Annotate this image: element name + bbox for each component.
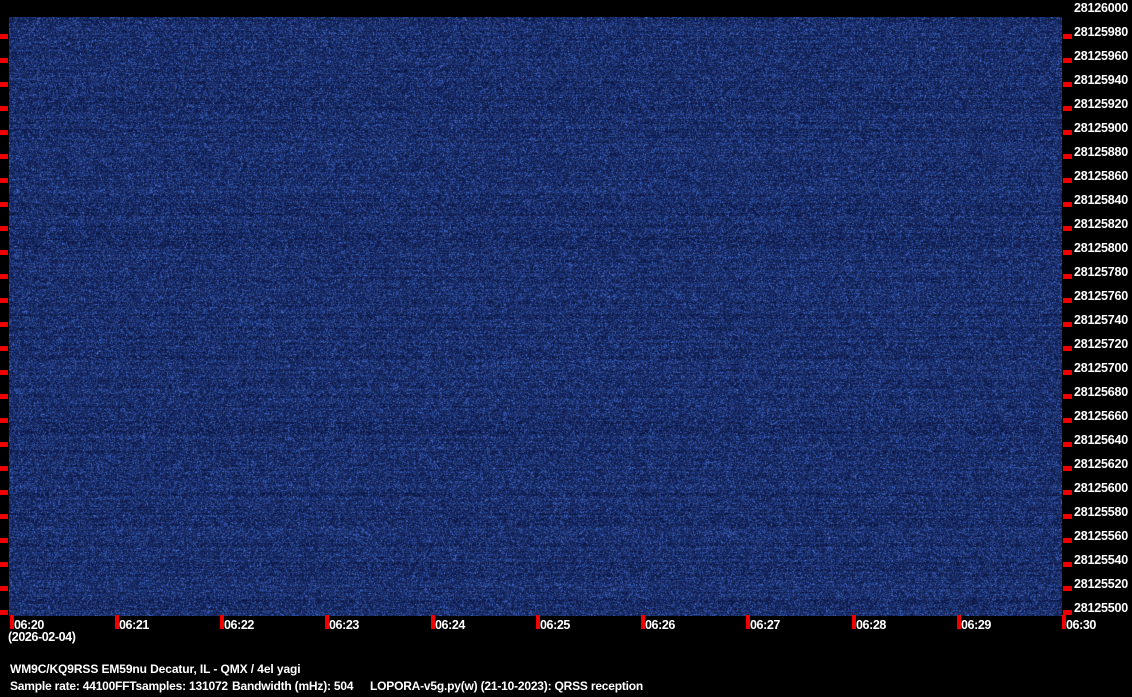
freq-tick-left <box>0 202 8 207</box>
freq-tick-right <box>1063 34 1072 39</box>
time-label: 06:26 <box>645 619 675 632</box>
freq-tick-left <box>0 466 8 471</box>
freq-tick-left <box>0 322 8 327</box>
freq-tick-left <box>0 250 8 255</box>
time-label: 06:25 <box>540 619 570 632</box>
freq-tick-right <box>1063 274 1072 279</box>
freq-tick-right <box>1063 82 1072 87</box>
freq-label: 28125580 <box>1074 505 1132 519</box>
time-label: 06:24 <box>435 619 465 632</box>
freq-label: 28125700 <box>1074 361 1132 375</box>
spectrogram-canvas <box>9 17 1062 616</box>
freq-tick-right <box>1063 58 1072 63</box>
freq-tick-left <box>0 34 8 39</box>
freq-label: 28125600 <box>1074 481 1132 495</box>
time-label: 06:22 <box>224 619 254 632</box>
freq-tick-right <box>1063 226 1072 231</box>
freq-label: 28126000 <box>1074 1 1132 15</box>
freq-label: 28125500 <box>1074 601 1132 615</box>
freq-label: 28125900 <box>1074 121 1132 135</box>
freq-tick-right <box>1063 202 1072 207</box>
software-version-label: LOPORA-v5g.py(w) (21-10-2023): QRSS rece… <box>370 679 643 693</box>
freq-tick-left <box>0 154 8 159</box>
time-label: 06:28 <box>856 619 886 632</box>
freq-label: 28125680 <box>1074 385 1132 399</box>
freq-tick-right <box>1063 298 1072 303</box>
freq-tick-right <box>1063 586 1072 591</box>
freq-label: 28125780 <box>1074 265 1132 279</box>
freq-label: 28125760 <box>1074 289 1132 303</box>
freq-tick-left <box>0 274 8 279</box>
freq-tick-left <box>0 610 8 615</box>
freq-tick-right <box>1063 346 1072 351</box>
freq-tick-right <box>1063 442 1072 447</box>
freq-tick-right <box>1063 154 1072 159</box>
freq-tick-right <box>1063 322 1072 327</box>
bandwidth-label: Bandwidth (mHz): 504 <box>232 679 353 693</box>
freq-label: 28125840 <box>1074 193 1132 207</box>
freq-label: 28125820 <box>1074 217 1132 231</box>
freq-tick-right <box>1063 514 1072 519</box>
freq-tick-left <box>0 226 8 231</box>
freq-label: 28125920 <box>1074 97 1132 111</box>
freq-tick-left <box>0 538 8 543</box>
freq-tick-left <box>0 346 8 351</box>
freq-tick-right <box>1063 562 1072 567</box>
freq-tick-left <box>0 418 8 423</box>
freq-tick-right <box>1063 394 1072 399</box>
freq-tick-left <box>0 130 8 135</box>
time-label: 06:30 <box>1066 619 1096 632</box>
freq-tick-left <box>0 106 8 111</box>
fft-samples-label: FFTsamples: 131072 <box>115 679 228 693</box>
freq-label: 28125520 <box>1074 577 1132 591</box>
qrss-grabber-view: 28126000 28125980 28125960 28125940 28125920… <box>0 0 1132 697</box>
time-label: 06:27 <box>750 619 780 632</box>
freq-tick-left <box>0 490 8 495</box>
freq-tick-right <box>1063 466 1072 471</box>
freq-label: 28125960 <box>1074 49 1132 63</box>
freq-label: 28125640 <box>1074 433 1132 447</box>
time-label: 06:29 <box>961 619 991 632</box>
freq-label: 28125880 <box>1074 145 1132 159</box>
freq-tick-left <box>0 82 8 87</box>
freq-tick-left <box>0 442 8 447</box>
freq-tick-left <box>0 394 8 399</box>
freq-tick-right <box>1063 106 1072 111</box>
freq-label: 28125560 <box>1074 529 1132 543</box>
freq-tick-right <box>1063 250 1072 255</box>
freq-tick-right <box>1063 490 1072 495</box>
freq-label: 28125940 <box>1074 73 1132 87</box>
freq-tick-right <box>1063 538 1072 543</box>
date-label: (2026-02-04) <box>8 630 75 644</box>
freq-label: 28125720 <box>1074 337 1132 351</box>
freq-label: 28125740 <box>1074 313 1132 327</box>
freq-label: 28125620 <box>1074 457 1132 471</box>
freq-tick-left <box>0 562 8 567</box>
freq-tick-right <box>1063 130 1072 135</box>
freq-label: 28125800 <box>1074 241 1132 255</box>
freq-label: 28125660 <box>1074 409 1132 423</box>
freq-tick-left <box>0 178 8 183</box>
freq-tick-left <box>0 514 8 519</box>
station-info: WM9C/KQ9RSS EM59nu Decatur, IL - QMX / 4… <box>10 662 300 676</box>
freq-tick-left <box>0 586 8 591</box>
time-label: 06:23 <box>329 619 359 632</box>
freq-tick-left <box>0 370 8 375</box>
freq-tick-right <box>1063 370 1072 375</box>
freq-label: 28125860 <box>1074 169 1132 183</box>
time-label: 06:21 <box>119 619 149 632</box>
freq-label: 28125540 <box>1074 553 1132 567</box>
freq-label: 28125980 <box>1074 25 1132 39</box>
freq-tick-right <box>1063 418 1072 423</box>
freq-tick-left <box>0 298 8 303</box>
freq-tick-left <box>0 58 8 63</box>
sample-rate-label: Sample rate: 44100 <box>10 679 115 693</box>
freq-tick-right <box>1063 178 1072 183</box>
